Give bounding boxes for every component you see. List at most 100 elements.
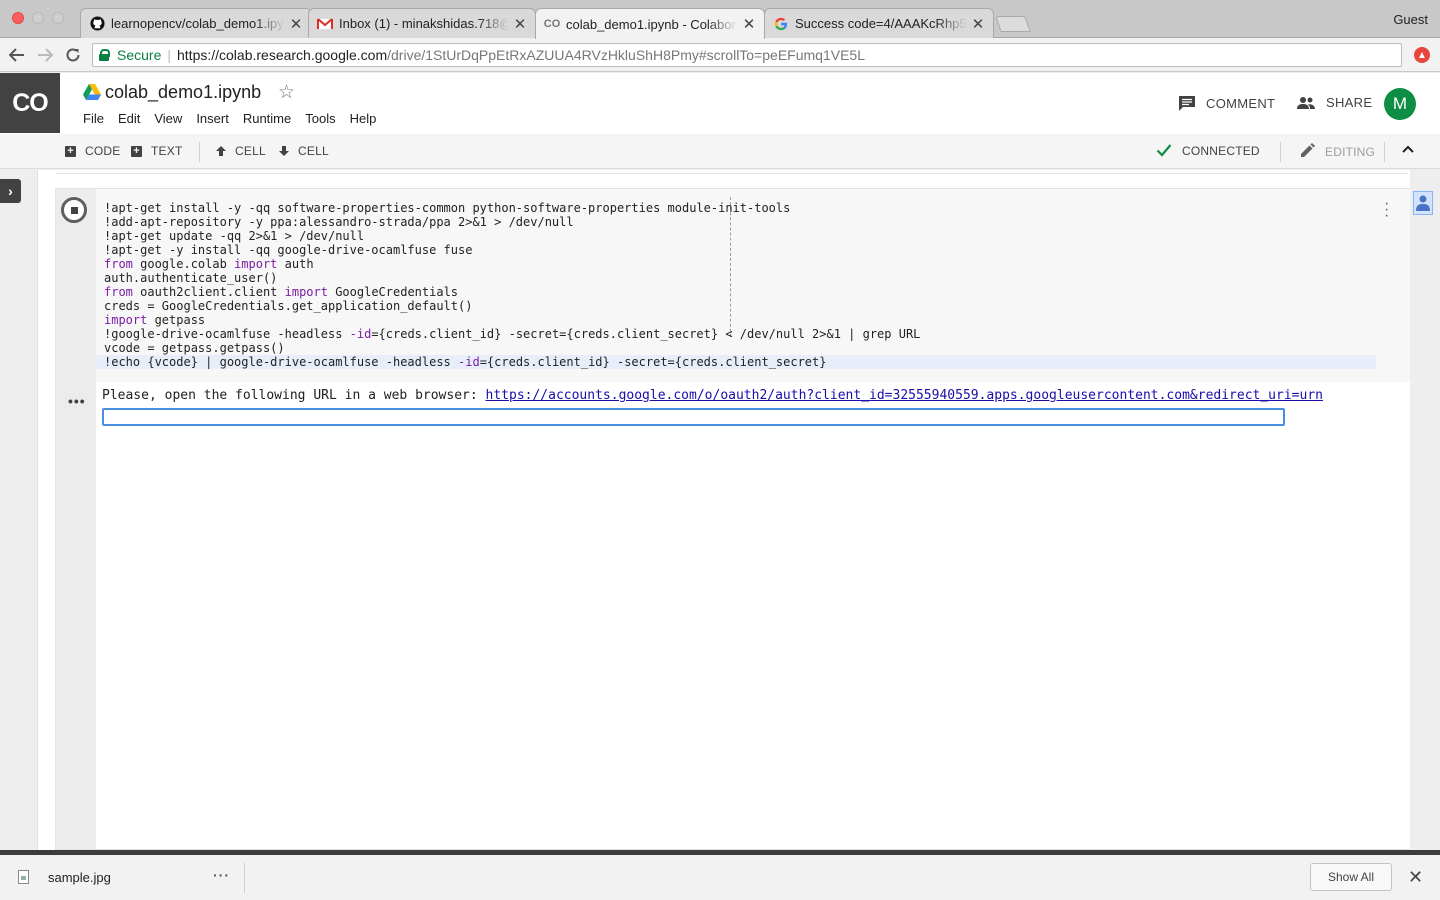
close-icon[interactable]: ✕ [971, 15, 985, 33]
notebook-toolbar: + CODE + TEXT CELL CELL CONNECTED EDITIN… [0, 134, 1440, 169]
url-host: https://colab.research.google.com [177, 47, 388, 63]
code-editor[interactable]: !apt-get install -y -qq software-propert… [96, 189, 1410, 382]
close-icon[interactable]: ✕ [1408, 867, 1423, 888]
avatar[interactable]: M [1384, 88, 1416, 120]
editing-label: EDITING [1325, 144, 1376, 159]
toolbar-divider [1384, 142, 1385, 162]
stdin-input[interactable] [102, 408, 1285, 426]
colab-logo[interactable]: CO [0, 73, 60, 133]
cell-up-label: CELL [235, 144, 266, 158]
comment-button[interactable]: COMMENT [1178, 95, 1275, 112]
share-button[interactable]: SHARE [1296, 95, 1372, 110]
lock-icon [99, 49, 110, 61]
output-more-icon[interactable]: ••• [68, 393, 86, 409]
browser-tab-gmail[interactable]: Inbox (1) - minakshidas.718@gmail.com ✕ [308, 8, 536, 38]
plus-icon: + [131, 145, 142, 157]
back-arrow-icon[interactable] [6, 44, 28, 66]
browser-tab-colab[interactable]: CO colab_demo1.ipynb - Colaboratory ✕ [535, 8, 765, 39]
editing-mode-button[interactable]: EDITING [1299, 142, 1375, 159]
menu-help[interactable]: Help [350, 111, 377, 126]
colab-icon: CO [543, 18, 561, 30]
url-path: /drive/1StUrDqPpEtRxAZUUA4RVzHkluShH8Pmy… [387, 47, 865, 63]
menu-runtime[interactable]: Runtime [243, 111, 291, 126]
new-tab-button[interactable] [995, 16, 1031, 32]
tab-title: learnopencv/colab_demo1.ipynb [111, 16, 285, 31]
google-drive-icon[interactable] [83, 84, 101, 100]
move-cell-up-button[interactable]: CELL [215, 144, 266, 158]
browser-tab-google[interactable]: Success code=4/AAAKcRhp5L ✕ [764, 8, 994, 38]
output-text: Please, open the following URL in a web … [102, 388, 486, 403]
reload-icon[interactable] [62, 44, 84, 66]
browser-tab-github[interactable]: learnopencv/colab_demo1.ipynb ✕ [80, 8, 312, 38]
cell-more-vert-icon[interactable]: · · · [1384, 196, 1389, 224]
menu-file[interactable]: File [83, 111, 104, 126]
notebook-container: ••• !apt-get install -y -qq software-pro… [37, 170, 1411, 850]
address-bar[interactable]: Secure | https://colab.research.google.c… [92, 43, 1402, 67]
add-code-cell-button[interactable]: + CODE [65, 144, 120, 158]
code-content: !apt-get install -y -qq software-propert… [104, 201, 921, 369]
browser-tab-strip: learnopencv/colab_demo1.ipynb ✕ Inbox (1… [0, 0, 1440, 39]
pencil-icon [1301, 143, 1315, 157]
cell-gutter: ••• [56, 189, 96, 849]
cell-down-label: CELL [298, 144, 329, 158]
share-label: SHARE [1326, 95, 1373, 110]
stop-execution-button[interactable] [61, 197, 87, 223]
toolbar-divider [199, 142, 200, 162]
github-icon [89, 16, 105, 32]
download-bar: sample.jpg ··· Show All ✕ [0, 855, 1440, 900]
previous-cell-edge [56, 170, 1408, 174]
menu-insert[interactable]: Insert [196, 111, 229, 126]
arrow-down-icon [279, 146, 289, 156]
close-icon[interactable]: ✕ [513, 15, 527, 33]
star-icon[interactable]: ☆ [278, 81, 295, 104]
connected-status[interactable]: CONNECTED [1156, 142, 1260, 158]
fullscreen-window-button[interactable] [52, 12, 64, 24]
chevron-up-icon[interactable] [1400, 141, 1416, 157]
separator: | [167, 47, 171, 63]
close-window-button[interactable] [12, 12, 24, 24]
tab-title: colab_demo1.ipynb - Colaboratory [566, 16, 738, 32]
colab-header: CO colab_demo1.ipynb ☆ File Edit View In… [0, 73, 1440, 134]
oauth-link[interactable]: https://accounts.google.com/o/oauth2/aut… [486, 388, 1323, 403]
comment-label: COMMENT [1206, 96, 1276, 111]
gmail-icon [317, 16, 333, 32]
plus-icon: + [65, 145, 76, 157]
cell-output: Please, open the following URL in a web … [102, 388, 1410, 403]
comment-icon [1179, 96, 1195, 111]
tab-title: Inbox (1) - minakshidas.718@gmail.com [339, 16, 509, 31]
arrow-up-icon [216, 146, 226, 156]
menu-edit[interactable]: Edit [118, 111, 140, 126]
move-cell-down-button[interactable]: CELL [278, 144, 329, 158]
checkmark-icon [1156, 144, 1172, 157]
extension-icon[interactable]: ▲ [1414, 47, 1430, 63]
right-scrollbar[interactable] [1410, 170, 1440, 850]
show-all-button[interactable]: Show All [1310, 863, 1392, 891]
connected-label: CONNECTED [1182, 144, 1260, 158]
tab-title: Success code=4/AAAKcRhp5L [795, 16, 967, 31]
code-cell[interactable]: ••• !apt-get install -y -qq software-pro… [55, 188, 1410, 850]
menu-bar: File Edit View Insert Runtime Tools Help [83, 111, 390, 126]
download-divider [244, 863, 245, 893]
menu-tools[interactable]: Tools [305, 111, 335, 126]
profile-guest[interactable]: Guest [1393, 12, 1428, 27]
minimize-window-button[interactable] [32, 12, 44, 24]
code-label: CODE [85, 144, 121, 158]
forward-arrow-icon[interactable] [34, 44, 56, 66]
person-icon[interactable] [1413, 191, 1433, 215]
notebook-title[interactable]: colab_demo1.ipynb [105, 82, 261, 103]
download-file-name[interactable]: sample.jpg [48, 870, 111, 885]
close-icon[interactable]: ✕ [289, 15, 303, 33]
close-icon[interactable]: ✕ [742, 15, 756, 33]
browser-toolbar: Secure | https://colab.research.google.c… [0, 38, 1440, 72]
google-icon [773, 16, 789, 32]
image-file-icon [18, 870, 29, 884]
text-label: TEXT [151, 144, 183, 158]
secure-label: Secure [117, 47, 162, 63]
menu-view[interactable]: View [154, 111, 182, 126]
download-more-icon[interactable]: ··· [213, 867, 230, 883]
chevron-right-icon[interactable]: › [0, 179, 21, 203]
people-icon [1297, 96, 1315, 109]
stop-icon [70, 206, 78, 214]
toolbar-divider [1280, 142, 1281, 162]
add-text-cell-button[interactable]: + TEXT [131, 144, 182, 158]
